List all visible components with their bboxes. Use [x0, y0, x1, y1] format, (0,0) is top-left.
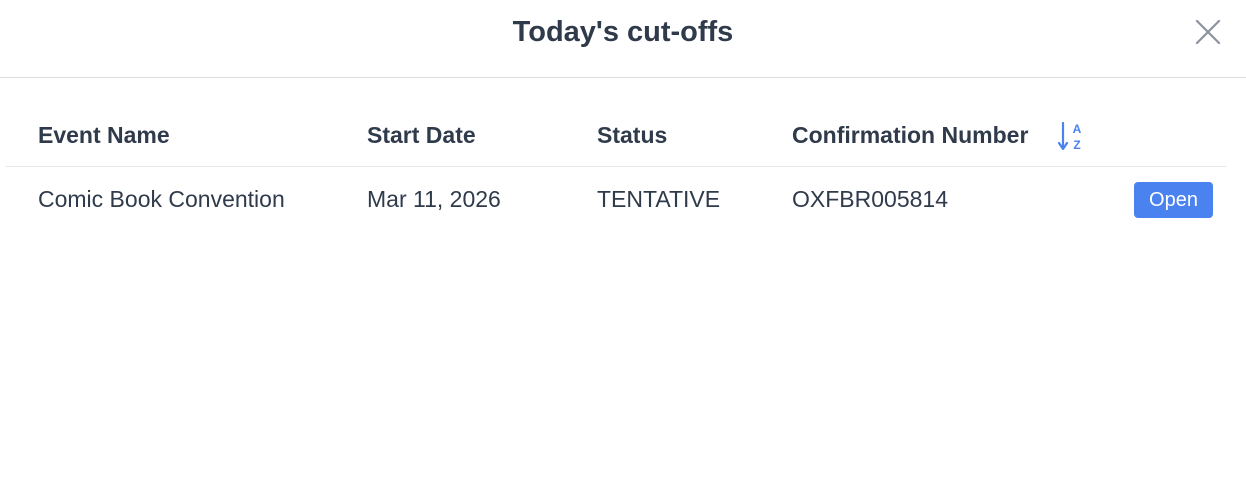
- column-header-event-name[interactable]: Event Name: [38, 120, 170, 150]
- cell-event-name: Comic Book Convention: [38, 186, 285, 212]
- close-icon: [1195, 19, 1221, 45]
- svg-text:A: A: [1073, 122, 1082, 136]
- table-header: Event Name Start Date Status Confirmatio…: [6, 112, 1226, 167]
- modal-header: Today's cut-offs: [0, 0, 1246, 78]
- sort-alpha-icon[interactable]: A Z: [1056, 120, 1086, 154]
- column-header-confirmation-number[interactable]: Confirmation Number: [792, 120, 1028, 150]
- cell-status: TENTATIVE: [597, 186, 721, 212]
- table-row: Comic Book Convention Mar 11, 2026 TENTA…: [6, 167, 1226, 233]
- cutoffs-modal: Today's cut-offs Event Name Start Date S…: [0, 0, 1246, 482]
- modal-title: Today's cut-offs: [512, 16, 734, 48]
- column-header-status[interactable]: Status: [597, 120, 667, 150]
- open-button[interactable]: Open: [1134, 182, 1213, 218]
- column-header-start-date[interactable]: Start Date: [367, 120, 476, 150]
- close-button[interactable]: [1192, 16, 1224, 48]
- cutoffs-table: Event Name Start Date Status Confirmatio…: [6, 112, 1226, 233]
- svg-text:Z: Z: [1073, 138, 1080, 152]
- cell-confirmation-number: OXFBR005814: [792, 186, 948, 212]
- cell-start-date: Mar 11, 2026: [367, 186, 501, 212]
